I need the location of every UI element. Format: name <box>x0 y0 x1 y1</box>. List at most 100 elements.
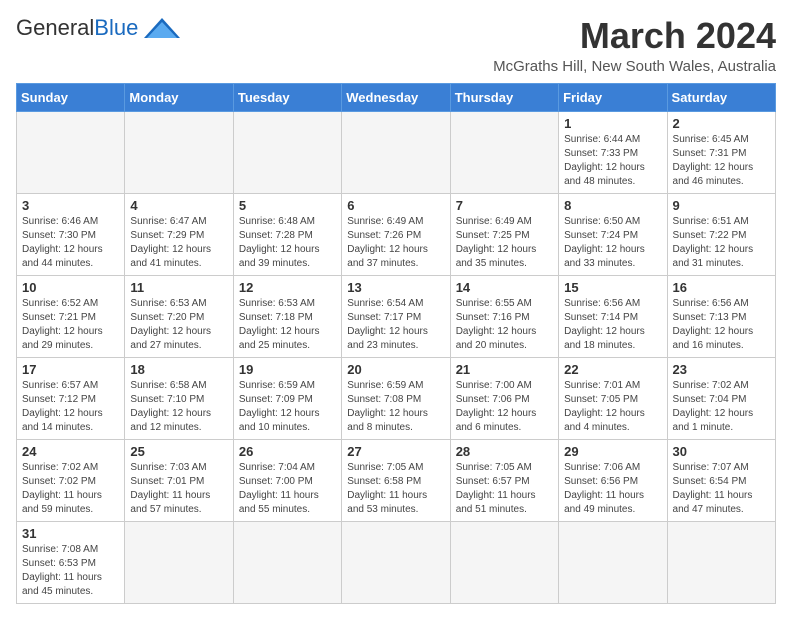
day-number: 29 <box>564 444 661 459</box>
day-info: Sunrise: 7:04 AM Sunset: 7:00 PM Dayligh… <box>239 461 336 517</box>
calendar-cell: 23 Sunrise: 7:02 AM Sunset: 7:04 PM Dayli… <box>667 357 775 439</box>
day-info: Sunrise: 6:47 AM Sunset: 7:29 PM Dayligh… <box>130 215 227 271</box>
day-number: 2 <box>673 116 770 131</box>
calendar-cell: 12Sunrise: 6:53 AM Sunset: 7:18 PM Dayli… <box>233 275 341 357</box>
day-info: Sunrise: 6:49 AM Sunset: 7:26 PM Dayligh… <box>347 215 444 271</box>
logo-text: GeneralBlue <box>16 16 138 40</box>
calendar-cell: 14Sunrise: 6:55 AM Sunset: 7:16 PM Dayli… <box>450 275 558 357</box>
calendar-cell: 9Sunrise: 6:51 AM Sunset: 7:22 PM Daylig… <box>667 193 775 275</box>
calendar-cell: 8Sunrise: 6:50 AM Sunset: 7:24 PM Daylig… <box>559 193 667 275</box>
calendar-cell <box>559 521 667 603</box>
day-info: Sunrise: 6:56 AM Sunset: 7:14 PM Dayligh… <box>564 297 661 353</box>
calendar-header-row: SundayMondayTuesdayWednesdayThursdayFrid… <box>17 83 776 111</box>
calendar-cell <box>233 111 341 193</box>
calendar-cell: 21Sunrise: 7:00 AM Sunset: 7:06 PM Dayli… <box>450 357 558 439</box>
day-number: 31 <box>22 526 119 541</box>
day-number: 8 <box>564 198 661 213</box>
calendar-cell <box>342 111 450 193</box>
day-info: Sunrise: 6:46 AM Sunset: 7:30 PM Dayligh… <box>22 215 119 271</box>
day-number: 26 <box>239 444 336 459</box>
calendar-cell: 17 Sunrise: 6:57 AM Sunset: 7:12 PM Dayli… <box>17 357 125 439</box>
logo-icon <box>142 16 182 40</box>
weekday-header-friday: Friday <box>559 83 667 111</box>
day-info: Sunrise: 6:51 AM Sunset: 7:22 PM Dayligh… <box>673 215 770 271</box>
logo-row: GeneralBlue <box>16 16 182 40</box>
day-info: Sunrise: 6:58 AM Sunset: 7:10 PM Dayligh… <box>130 379 227 435</box>
weekday-header-monday: Monday <box>125 83 233 111</box>
calendar-cell: 27 Sunrise: 7:05 AM Sunset: 6:58 PM Dayli… <box>342 439 450 521</box>
page-container: GeneralBlue March 2024 McGraths Hill, Ne… <box>16 16 776 604</box>
calendar-cell: 20 Sunrise: 6:59 AM Sunset: 7:08 PM Dayli… <box>342 357 450 439</box>
day-info: Sunrise: 6:49 AM Sunset: 7:25 PM Dayligh… <box>456 215 553 271</box>
day-number: 21 <box>456 362 553 377</box>
day-number: 22 <box>564 362 661 377</box>
calendar-week-row: 3Sunrise: 6:46 AM Sunset: 7:30 PM Daylig… <box>17 193 776 275</box>
day-number: 28 <box>456 444 553 459</box>
calendar-week-row: 24 Sunrise: 7:02 AM Sunset: 7:02 PM Dayli… <box>17 439 776 521</box>
day-number: 20 <box>347 362 444 377</box>
calendar-table: SundayMondayTuesdayWednesdayThursdayFrid… <box>16 83 776 604</box>
logo-area: GeneralBlue <box>16 16 182 40</box>
calendar-cell <box>233 521 341 603</box>
day-number: 5 <box>239 198 336 213</box>
day-number: 1 <box>564 116 661 131</box>
calendar-cell: 2 Sunrise: 6:45 AM Sunset: 7:31 PM Daylig… <box>667 111 775 193</box>
day-info: Sunrise: 6:52 AM Sunset: 7:21 PM Dayligh… <box>22 297 119 353</box>
calendar-cell <box>125 521 233 603</box>
day-number: 6 <box>347 198 444 213</box>
day-info: Sunrise: 7:01 AM Sunset: 7:05 PM Dayligh… <box>564 379 661 435</box>
day-info: Sunrise: 6:48 AM Sunset: 7:28 PM Dayligh… <box>239 215 336 271</box>
calendar-cell: 5 Sunrise: 6:48 AM Sunset: 7:28 PM Daylig… <box>233 193 341 275</box>
day-info: Sunrise: 6:57 AM Sunset: 7:12 PM Dayligh… <box>22 379 119 435</box>
day-number: 12 <box>239 280 336 295</box>
calendar-cell <box>450 111 558 193</box>
day-number: 24 <box>22 444 119 459</box>
calendar-cell: 7 Sunrise: 6:49 AM Sunset: 7:25 PM Daylig… <box>450 193 558 275</box>
calendar-cell: 28 Sunrise: 7:05 AM Sunset: 6:57 PM Dayli… <box>450 439 558 521</box>
calendar-cell: 25 Sunrise: 7:03 AM Sunset: 7:01 PM Dayli… <box>125 439 233 521</box>
weekday-header-wednesday: Wednesday <box>342 83 450 111</box>
calendar-cell: 1 Sunrise: 6:44 AM Sunset: 7:33 PM Daylig… <box>559 111 667 193</box>
day-number: 17 <box>22 362 119 377</box>
day-info: Sunrise: 7:02 AM Sunset: 7:02 PM Dayligh… <box>22 461 119 517</box>
calendar-cell: 13Sunrise: 6:54 AM Sunset: 7:17 PM Dayli… <box>342 275 450 357</box>
weekday-header-saturday: Saturday <box>667 83 775 111</box>
day-number: 27 <box>347 444 444 459</box>
day-number: 19 <box>239 362 336 377</box>
calendar-cell <box>450 521 558 603</box>
day-info: Sunrise: 6:59 AM Sunset: 7:08 PM Dayligh… <box>347 379 444 435</box>
day-info: Sunrise: 7:03 AM Sunset: 7:01 PM Dayligh… <box>130 461 227 517</box>
day-info: Sunrise: 7:07 AM Sunset: 6:54 PM Dayligh… <box>673 461 770 517</box>
day-number: 14 <box>456 280 553 295</box>
day-number: 15 <box>564 280 661 295</box>
calendar-cell <box>342 521 450 603</box>
calendar-cell: 4Sunrise: 6:47 AM Sunset: 7:29 PM Daylig… <box>125 193 233 275</box>
day-info: Sunrise: 7:02 AM Sunset: 7:04 PM Dayligh… <box>673 379 770 435</box>
calendar-cell: 29Sunrise: 7:06 AM Sunset: 6:56 PM Dayli… <box>559 439 667 521</box>
calendar-cell: 26 Sunrise: 7:04 AM Sunset: 7:00 PM Dayli… <box>233 439 341 521</box>
calendar-cell <box>125 111 233 193</box>
month-title: March 2024 <box>493 16 776 56</box>
calendar-week-row: 17 Sunrise: 6:57 AM Sunset: 7:12 PM Dayli… <box>17 357 776 439</box>
weekday-header-tuesday: Tuesday <box>233 83 341 111</box>
calendar-week-row: 1 Sunrise: 6:44 AM Sunset: 7:33 PM Daylig… <box>17 111 776 193</box>
day-number: 13 <box>347 280 444 295</box>
day-info: Sunrise: 7:05 AM Sunset: 6:58 PM Dayligh… <box>347 461 444 517</box>
calendar-cell: 3Sunrise: 6:46 AM Sunset: 7:30 PM Daylig… <box>17 193 125 275</box>
day-number: 7 <box>456 198 553 213</box>
day-info: Sunrise: 7:08 AM Sunset: 6:53 PM Dayligh… <box>22 543 119 599</box>
location-title: McGraths Hill, New South Wales, Australi… <box>493 58 776 75</box>
calendar-cell <box>667 521 775 603</box>
title-area: March 2024 McGraths Hill, New South Wale… <box>493 16 776 75</box>
day-info: Sunrise: 7:05 AM Sunset: 6:57 PM Dayligh… <box>456 461 553 517</box>
day-info: Sunrise: 6:44 AM Sunset: 7:33 PM Dayligh… <box>564 133 661 189</box>
day-number: 30 <box>673 444 770 459</box>
day-number: 18 <box>130 362 227 377</box>
day-number: 25 <box>130 444 227 459</box>
calendar-cell: 15 Sunrise: 6:56 AM Sunset: 7:14 PM Dayli… <box>559 275 667 357</box>
day-info: Sunrise: 6:56 AM Sunset: 7:13 PM Dayligh… <box>673 297 770 353</box>
day-info: Sunrise: 6:45 AM Sunset: 7:31 PM Dayligh… <box>673 133 770 189</box>
calendar-cell: 16Sunrise: 6:56 AM Sunset: 7:13 PM Dayli… <box>667 275 775 357</box>
day-info: Sunrise: 6:59 AM Sunset: 7:09 PM Dayligh… <box>239 379 336 435</box>
day-number: 23 <box>673 362 770 377</box>
